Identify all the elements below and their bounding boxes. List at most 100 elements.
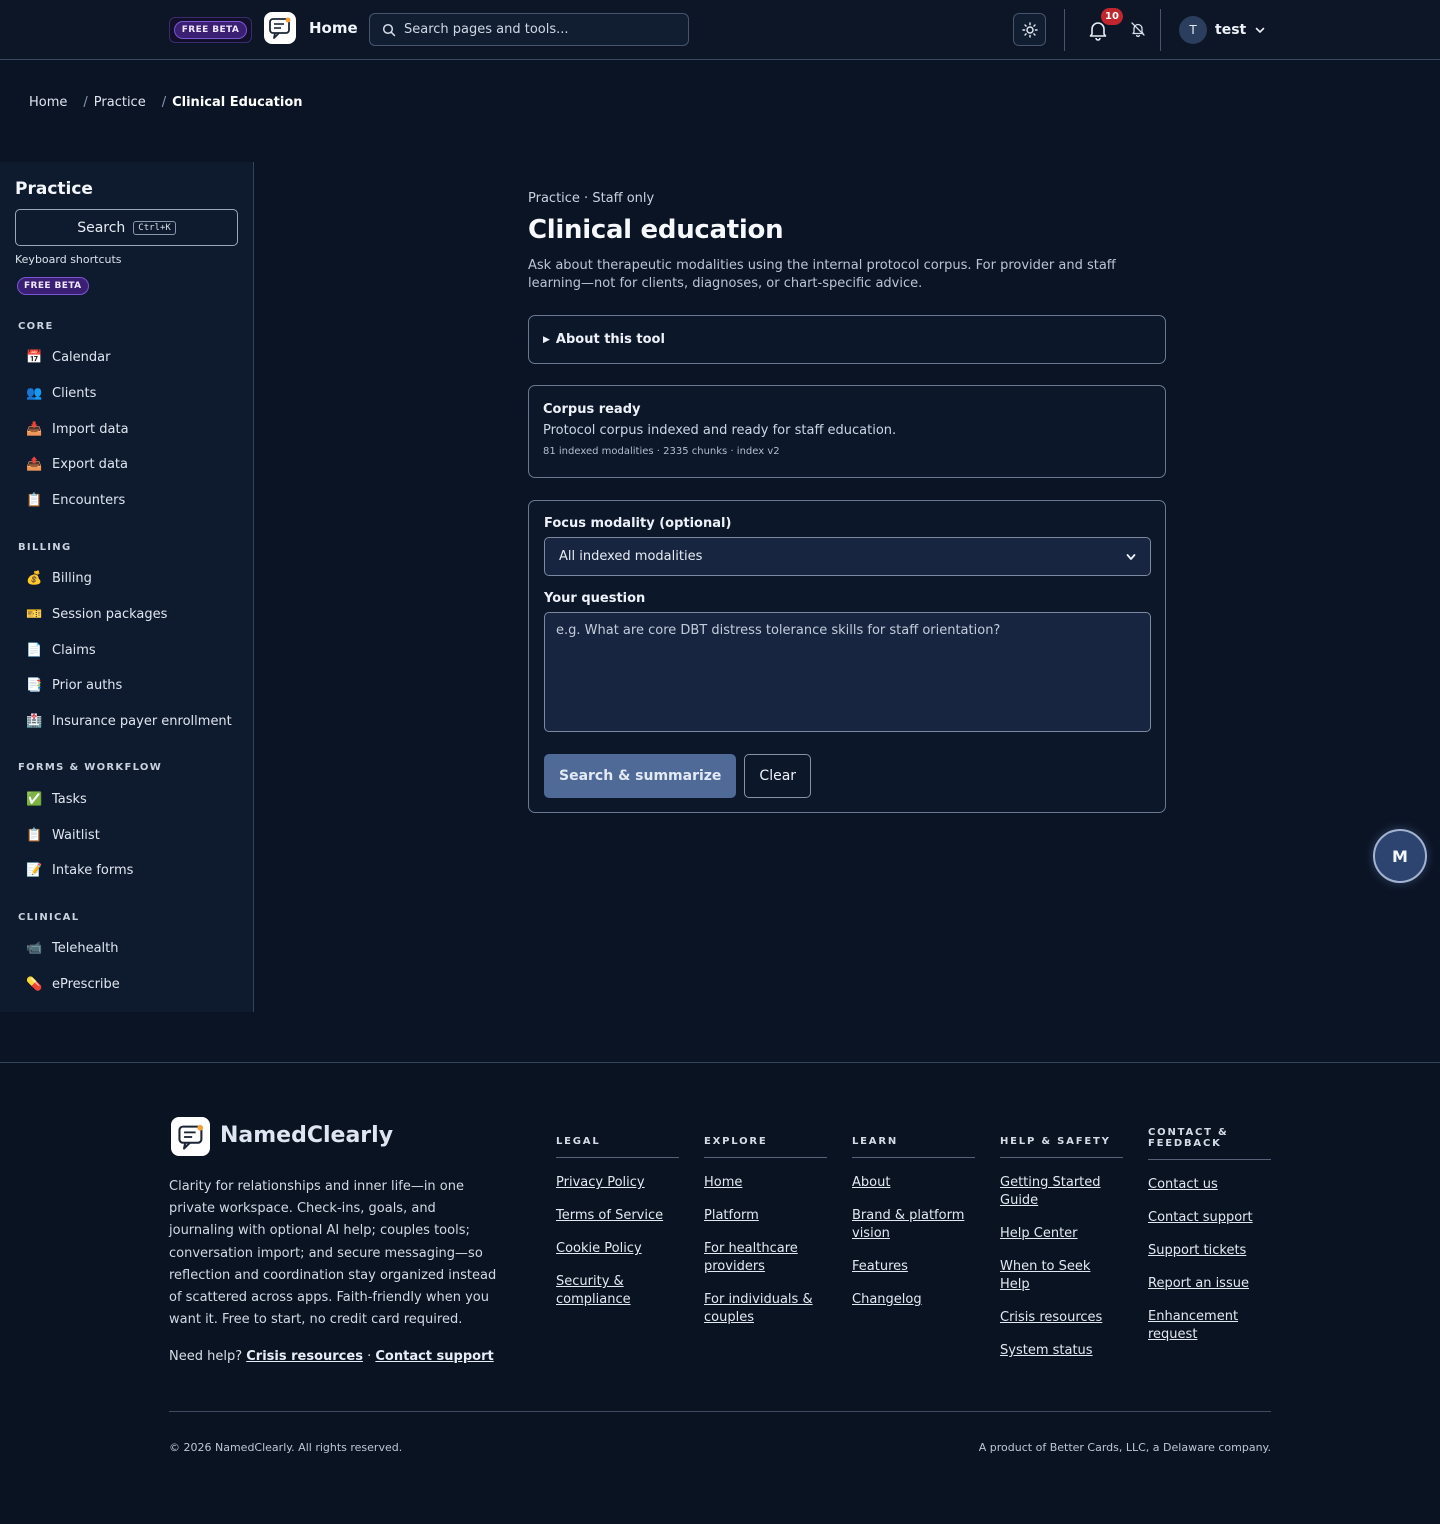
theme-toggle-button[interactable] bbox=[1013, 13, 1046, 46]
memo-icon: 📝 bbox=[26, 862, 43, 878]
footer-link[interactable]: Support tickets bbox=[1148, 1243, 1246, 1258]
sidebar-item-label: Session packages bbox=[52, 606, 168, 622]
user-menu[interactable]: T test bbox=[1179, 15, 1266, 45]
sidebar-item-export-data[interactable]: 📤 Export data bbox=[26, 453, 128, 475]
footer-column-help-safety: HELP & SAFETY Getting Started Guide Help… bbox=[1000, 1127, 1123, 1375]
footer-column-heading: EXPLORE bbox=[704, 1127, 827, 1158]
footer-link[interactable]: Changelog bbox=[852, 1292, 922, 1307]
footer-link[interactable]: Help Center bbox=[1000, 1226, 1078, 1241]
chat-bubble-logo-icon bbox=[177, 1124, 203, 1150]
sidebar-item-billing[interactable]: 💰 Billing bbox=[26, 567, 92, 589]
footer-link[interactable]: Privacy Policy bbox=[556, 1175, 645, 1190]
notification-count-badge: 10 bbox=[1101, 8, 1123, 25]
modality-select[interactable]: All indexed modalities bbox=[544, 537, 1151, 576]
footer-link[interactable]: Security & compliance bbox=[556, 1274, 631, 1307]
footer-link[interactable]: System status bbox=[1000, 1343, 1093, 1358]
footer-link[interactable]: Contact support bbox=[1148, 1210, 1253, 1225]
search-summarize-button[interactable]: Search & summarize bbox=[544, 754, 737, 798]
question-label: Your question bbox=[544, 591, 646, 606]
footer-column-heading: CONTACT & FEEDBACK bbox=[1148, 1127, 1271, 1160]
footer-link[interactable]: About bbox=[852, 1175, 890, 1190]
sidebar-item-waitlist[interactable]: 📋 Waitlist bbox=[26, 824, 100, 846]
divider bbox=[1160, 9, 1161, 51]
clear-button[interactable]: Clear bbox=[744, 754, 812, 798]
floating-assistant-button[interactable]: M bbox=[1373, 829, 1427, 883]
footer-link[interactable]: Report an issue bbox=[1148, 1276, 1249, 1291]
user-name: test bbox=[1215, 22, 1247, 38]
outbox-tray-icon: 📤 bbox=[26, 456, 43, 472]
footer-link[interactable]: Terms of Service bbox=[556, 1208, 663, 1223]
sidebar-item-tasks[interactable]: ✅ Tasks bbox=[26, 788, 87, 810]
sidebar-item-import-data[interactable]: 📥 Import data bbox=[26, 418, 129, 440]
footer-link[interactable]: Contact us bbox=[1148, 1177, 1218, 1192]
sidebar-item-calendar[interactable]: 📅 Calendar bbox=[26, 346, 110, 368]
sidebar-search-label: Search bbox=[77, 219, 126, 236]
global-search[interactable] bbox=[369, 13, 689, 46]
inbox-tray-icon: 📥 bbox=[26, 421, 43, 437]
sidebar-item-clients[interactable]: 👥 Clients bbox=[26, 382, 96, 404]
chat-bubble-logo-icon bbox=[269, 17, 291, 39]
nav-home-link[interactable]: Home bbox=[309, 19, 358, 37]
footer-divider bbox=[169, 1411, 1271, 1412]
footer-link[interactable]: Enhancement request bbox=[1148, 1309, 1238, 1342]
sun-icon bbox=[1021, 21, 1038, 38]
footer-link[interactable]: For healthcare providers bbox=[704, 1241, 798, 1274]
footer-link[interactable]: When to Seek Help bbox=[1000, 1259, 1090, 1292]
page-eyebrow: Practice · Staff only bbox=[528, 191, 655, 206]
sidebar-item-label: Waitlist bbox=[52, 827, 100, 843]
footer-link[interactable]: Getting Started Guide bbox=[1000, 1175, 1101, 1208]
chevron-down-icon bbox=[1255, 27, 1265, 33]
sidebar-item-intake-forms[interactable]: 📝 Intake forms bbox=[26, 859, 133, 881]
footer-link[interactable]: Home bbox=[704, 1175, 742, 1190]
contact-support-link[interactable]: Contact support bbox=[375, 1349, 493, 1364]
ticket-icon: 🎫 bbox=[26, 606, 43, 622]
footer-link[interactable]: Brand & platform vision bbox=[852, 1208, 964, 1241]
crisis-resources-link[interactable]: Crisis resources bbox=[246, 1349, 363, 1364]
disclosure-triangle-icon: ▶ bbox=[543, 334, 550, 345]
sidebar-item-encounters[interactable]: 📋 Encounters bbox=[26, 489, 125, 511]
section-heading-core: CORE bbox=[18, 321, 54, 332]
footer: NamedClearly Clarity for relationships a… bbox=[0, 1062, 1440, 1524]
sidebar-item-claims[interactable]: 📄 Claims bbox=[26, 639, 96, 661]
footer-column-legal: LEGAL Privacy Policy Terms of Service Co… bbox=[556, 1127, 679, 1324]
breadcrumb-separator: / bbox=[83, 95, 88, 110]
sidebar-item-label: Billing bbox=[52, 570, 92, 586]
help-prefix: Need help? bbox=[169, 1349, 243, 1364]
footer-link[interactable]: Features bbox=[852, 1259, 908, 1274]
sidebar-item-session-packages[interactable]: 🎫 Session packages bbox=[26, 603, 167, 625]
copyright: © 2026 NamedClearly. All rights reserved… bbox=[169, 1441, 403, 1454]
sidebar-search-button[interactable]: Search Ctrl+K bbox=[15, 209, 238, 246]
sidebar-item-label: ePrescribe bbox=[52, 976, 120, 992]
clients-icon: 👥 bbox=[26, 385, 43, 401]
breadcrumb-home[interactable]: Home bbox=[29, 95, 67, 110]
app-logo[interactable] bbox=[264, 12, 296, 44]
breadcrumb-separator: / bbox=[161, 95, 167, 110]
footer-link[interactable]: Cookie Policy bbox=[556, 1241, 642, 1256]
sidebar-item-label: Insurance payer enrollment bbox=[52, 713, 232, 729]
mute-notifications-button[interactable] bbox=[1128, 19, 1148, 39]
sidebar-item-insurance-payer-enrollment[interactable]: 🏥 Insurance payer enrollment bbox=[26, 710, 232, 732]
footer-link[interactable]: For individuals & couples bbox=[704, 1292, 813, 1325]
footer-logo[interactable] bbox=[171, 1117, 210, 1156]
sidebar-item-label: Calendar bbox=[52, 349, 111, 365]
breadcrumb-practice[interactable]: Practice bbox=[94, 95, 146, 110]
question-input[interactable] bbox=[544, 612, 1151, 732]
sidebar: Practice Search Ctrl+K Keyboard shortcut… bbox=[0, 162, 254, 1012]
hospital-icon: 🏥 bbox=[26, 713, 43, 729]
about-tool-toggle[interactable]: ▶ About this tool bbox=[528, 315, 1166, 364]
footer-link[interactable]: Crisis resources bbox=[1000, 1310, 1102, 1325]
footer-link[interactable]: Platform bbox=[704, 1208, 759, 1223]
keyboard-shortcuts-link[interactable]: Keyboard shortcuts bbox=[15, 253, 122, 266]
sidebar-item-prior-auths[interactable]: 📑 Prior auths bbox=[26, 674, 122, 696]
corpus-status-card: Corpus ready Protocol corpus indexed and… bbox=[528, 385, 1166, 478]
sidebar-item-telehealth[interactable]: 📹 Telehealth bbox=[26, 937, 119, 959]
section-heading-clinical: CLINICAL bbox=[18, 912, 80, 923]
sidebar-item-label: Intake forms bbox=[52, 862, 134, 878]
sidebar-item-label: Clients bbox=[52, 385, 97, 401]
sidebar-title: Practice bbox=[15, 179, 93, 199]
money-bag-icon: 💰 bbox=[26, 570, 43, 586]
footer-column-explore: EXPLORE Home Platform For healthcare pro… bbox=[704, 1127, 827, 1342]
sidebar-item-eprescribe[interactable]: 💊 ePrescribe bbox=[26, 973, 120, 995]
footer-column-heading: HELP & SAFETY bbox=[1000, 1127, 1123, 1158]
global-search-input[interactable] bbox=[404, 22, 674, 37]
